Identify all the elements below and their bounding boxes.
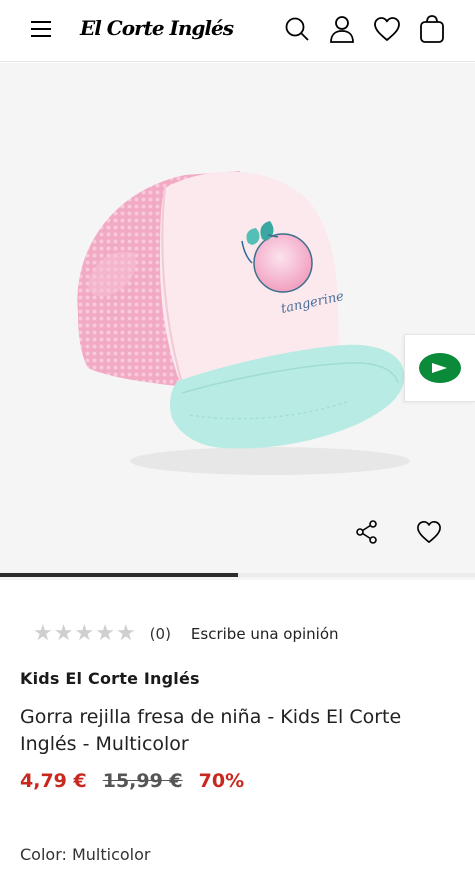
star-icon: ★ — [74, 621, 95, 646]
carousel-progress-fill — [0, 573, 238, 577]
product-title: Gorra rejilla fresa de niña - Kids El Co… — [20, 706, 402, 755]
selected-color: Color: Multicolor — [20, 845, 151, 864]
store-logo[interactable]: El Corte Inglés — [80, 14, 234, 42]
top-header: El Corte Inglés — [0, 0, 475, 62]
star-icon: ★ — [95, 621, 115, 646]
original-price: 15,99 € — [102, 770, 183, 792]
write-review-link[interactable]: Escribe una opinión — [191, 625, 339, 643]
carousel-progress-bar — [0, 573, 475, 577]
share-icon[interactable] — [352, 517, 382, 547]
discount-badge: 70% — [198, 770, 245, 792]
heart-icon[interactable] — [371, 14, 403, 44]
favorite-heart-icon[interactable] — [413, 517, 445, 547]
price-row: 4,79 € 15,99 € 70% — [20, 770, 244, 792]
play-arrow-icon — [419, 353, 461, 383]
rating-stars: ★ ★ ★ ★ ★ — [33, 623, 136, 645]
star-icon: ★ — [115, 621, 136, 646]
product-brand[interactable]: Kids El Corte Inglés — [20, 669, 200, 688]
search-icon[interactable] — [282, 14, 312, 44]
product-image-gallery[interactable]: tangerine — [0, 63, 475, 580]
star-icon: ★ — [53, 621, 74, 646]
user-icon[interactable] — [327, 13, 357, 45]
current-price: 4,79 € — [20, 770, 87, 792]
review-count: (0) — [149, 625, 171, 643]
assistant-side-tab[interactable] — [404, 334, 475, 402]
bag-icon[interactable] — [416, 13, 448, 45]
product-image: tangerine — [77, 171, 410, 475]
star-icon: ★ — [33, 621, 53, 646]
rating-row: ★ ★ ★ ★ ★ (0) Escribe una opinión — [33, 622, 339, 646]
menu-icon[interactable] — [26, 14, 56, 44]
